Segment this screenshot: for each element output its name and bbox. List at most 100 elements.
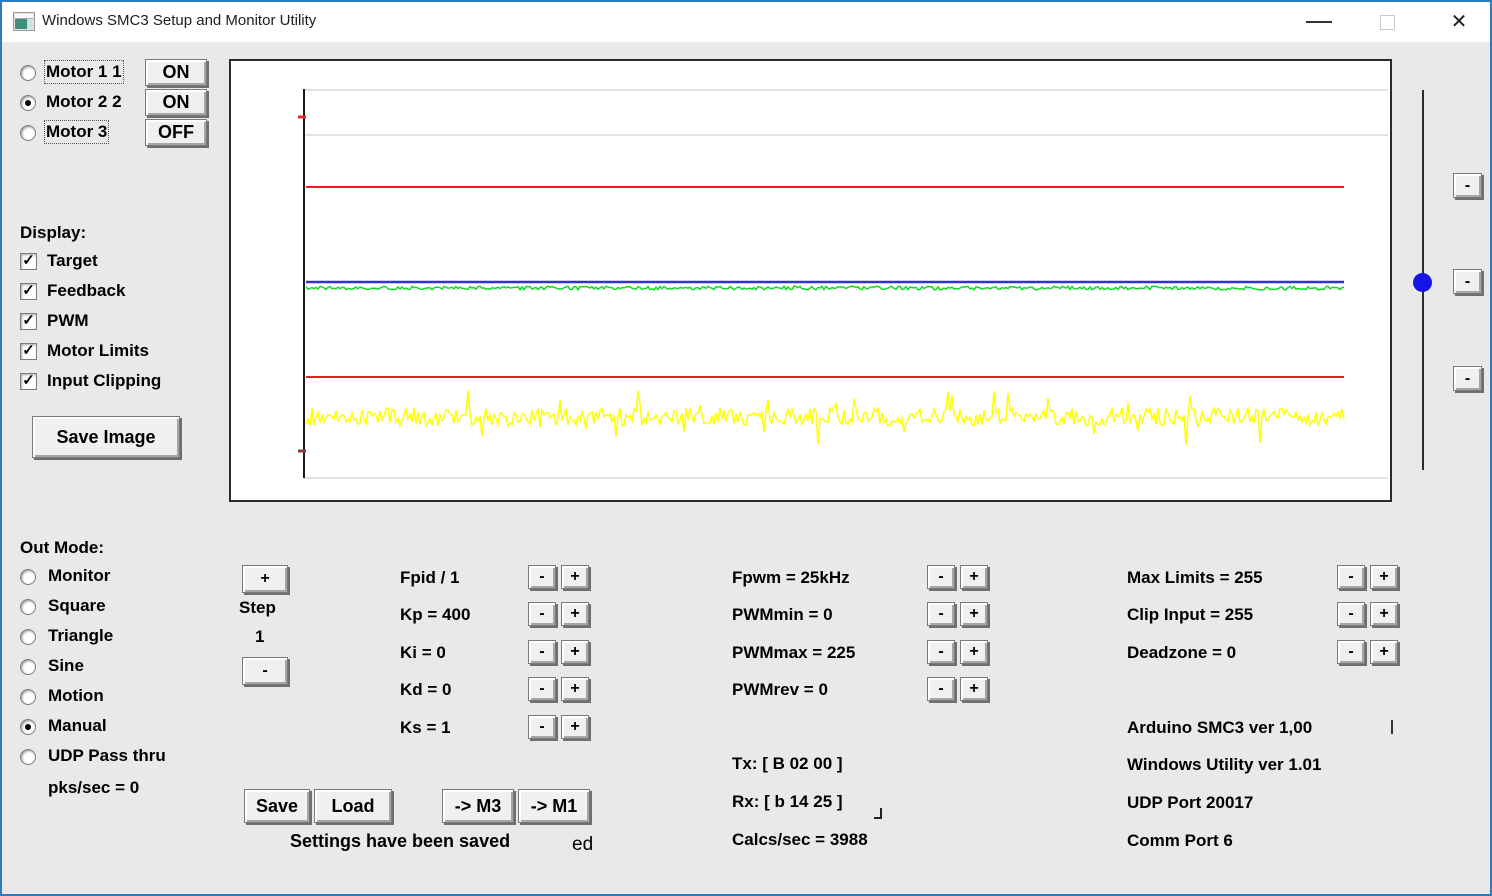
minimize-button[interactable] (1296, 2, 1342, 42)
input-clipping-checkbox-label[interactable]: Input Clipping (47, 371, 161, 391)
max-limits-plus-button[interactable]: + (1370, 565, 1398, 589)
out-mode-manual-radio[interactable] (20, 719, 36, 735)
ki-plus-button[interactable]: + (561, 640, 589, 664)
feedback-checkbox-label[interactable]: Feedback (47, 281, 125, 301)
ks-minus-button[interactable]: - (528, 715, 556, 739)
check-icon: ✓ (22, 313, 35, 328)
pwmmin-value: PWMmin = 0 (732, 605, 833, 625)
upper-limit-minus-button[interactable]: - (1453, 173, 1482, 198)
pwmmin-minus-button[interactable]: - (927, 602, 955, 626)
close-icon: ✕ (1451, 12, 1468, 32)
step-value: 1 (255, 627, 264, 647)
target-minus-button[interactable]: - (1453, 269, 1482, 294)
out-mode-manual-label[interactable]: Manual (48, 716, 107, 736)
pwmrev-value: PWMrev = 0 (732, 680, 828, 700)
pwmmax-value: PWMmax = 225 (732, 643, 855, 663)
udp-port-text: UDP Port 20017 (1127, 793, 1253, 813)
clip-input-minus-button[interactable]: - (1337, 602, 1365, 626)
calcs-per-sec-readout: Calcs/sec = 3988 (732, 830, 868, 850)
motor-3-power-button[interactable]: OFF (145, 119, 207, 146)
pwmmax-minus-button[interactable]: - (927, 640, 955, 664)
check-icon: ✓ (22, 373, 35, 388)
clip-input-plus-button[interactable]: + (1370, 602, 1398, 626)
out-mode-triangle-radio[interactable] (20, 629, 36, 645)
motor-limits-checkbox[interactable]: ✓ (20, 343, 37, 360)
load-settings-button[interactable]: Load (314, 789, 392, 823)
arduino-version-text: Arduino SMC3 ver 1,00 (1127, 718, 1312, 738)
close-button[interactable]: ✕ (1436, 2, 1482, 42)
check-icon: ✓ (22, 343, 35, 358)
out-mode-sine-label[interactable]: Sine (48, 656, 84, 676)
target-checkbox-label[interactable]: Target (47, 251, 98, 271)
pwmmin-plus-button[interactable]: + (960, 602, 988, 626)
pwmrev-minus-button[interactable]: - (927, 677, 955, 701)
ki-minus-button[interactable]: - (528, 640, 556, 664)
rx-artifact (874, 808, 882, 819)
out-mode-monitor-label[interactable]: Monitor (48, 566, 110, 586)
input-clipping-checkbox[interactable]: ✓ (20, 373, 37, 390)
out-mode-sine-radio[interactable] (20, 659, 36, 675)
app-window: Windows SMC3 Setup and Monitor Utility ✕… (0, 0, 1492, 896)
copy-to-m3-button[interactable]: -> M3 (442, 789, 514, 823)
monitor-plot (231, 61, 1390, 500)
limit-slider-handle[interactable] (1413, 273, 1432, 292)
motor-2-radio[interactable] (20, 95, 36, 111)
feedback-checkbox[interactable]: ✓ (20, 283, 37, 300)
copy-to-m1-button[interactable]: -> M1 (518, 789, 590, 823)
utility-version-text: Windows Utility ver 1.01 (1127, 755, 1321, 775)
target-checkbox[interactable]: ✓ (20, 253, 37, 270)
fpwm-minus-button[interactable]: - (927, 565, 955, 589)
motor-1-label[interactable]: Motor 1 1 (46, 62, 122, 82)
settings-status-text: Settings have been saved (290, 831, 510, 852)
kp-plus-button[interactable]: + (561, 602, 589, 626)
out-mode-square-label[interactable]: Square (48, 596, 106, 616)
motor-2-power-button[interactable]: ON (145, 89, 207, 116)
lower-limit-minus-button[interactable]: - (1453, 366, 1482, 391)
out-mode-motion-radio[interactable] (20, 689, 36, 705)
kp-value: Kp = 400 (400, 605, 470, 625)
tx-readout: Tx: [ B 02 00 ] (732, 754, 843, 774)
max-limits-value: Max Limits = 255 (1127, 568, 1263, 588)
out-mode-motion-label[interactable]: Motion (48, 686, 104, 706)
pwmrev-plus-button[interactable]: + (960, 677, 988, 701)
step-minus-button[interactable]: - (242, 657, 288, 685)
deadzone-minus-button[interactable]: - (1337, 640, 1365, 664)
motor-1-radio[interactable] (20, 65, 36, 81)
fpwm-plus-button[interactable]: + (960, 565, 988, 589)
pwm-checkbox-label[interactable]: PWM (47, 311, 89, 331)
motor-1-power-button[interactable]: ON (145, 59, 207, 86)
maximize-button[interactable] (1364, 2, 1410, 42)
kp-minus-button[interactable]: - (528, 602, 556, 626)
save-image-button[interactable]: Save Image (32, 416, 180, 458)
pwmmax-plus-button[interactable]: + (960, 640, 988, 664)
comm-port-text: Comm Port 6 (1127, 831, 1233, 851)
motor-3-radio[interactable] (20, 125, 36, 141)
save-settings-button[interactable]: Save (244, 789, 310, 823)
fpid-plus-button[interactable]: + (561, 565, 589, 589)
ks-value: Ks = 1 (400, 718, 451, 738)
motor-3-label[interactable]: Motor 3 (46, 122, 107, 142)
cursor-artifact (1391, 720, 1393, 734)
out-mode-udp-label[interactable]: UDP Pass thru (48, 746, 166, 766)
motor-limits-checkbox-label[interactable]: Motor Limits (47, 341, 149, 361)
max-limits-minus-button[interactable]: - (1337, 565, 1365, 589)
out-mode-udp-radio[interactable] (20, 749, 36, 765)
check-icon: ✓ (22, 253, 35, 268)
kd-plus-button[interactable]: + (561, 677, 589, 701)
out-mode-square-radio[interactable] (20, 599, 36, 615)
fpid-minus-button[interactable]: - (528, 565, 556, 589)
motor-2-label[interactable]: Motor 2 2 (46, 92, 122, 112)
settings-status-artifact: ed (572, 834, 593, 856)
out-mode-monitor-radio[interactable] (20, 569, 36, 585)
out-mode-triangle-label[interactable]: Triangle (48, 626, 113, 646)
step-plus-button[interactable]: + (242, 565, 288, 593)
pwm-checkbox[interactable]: ✓ (20, 313, 37, 330)
rx-readout: Rx: [ b 14 25 ] (732, 792, 843, 812)
kd-minus-button[interactable]: - (528, 677, 556, 701)
ks-plus-button[interactable]: + (561, 715, 589, 739)
app-icon[interactable] (13, 12, 35, 31)
check-icon: ✓ (22, 283, 35, 298)
monitor-chart-frame (229, 59, 1392, 502)
deadzone-plus-button[interactable]: + (1370, 640, 1398, 664)
title-bar: Windows SMC3 Setup and Monitor Utility ✕ (2, 2, 1490, 42)
